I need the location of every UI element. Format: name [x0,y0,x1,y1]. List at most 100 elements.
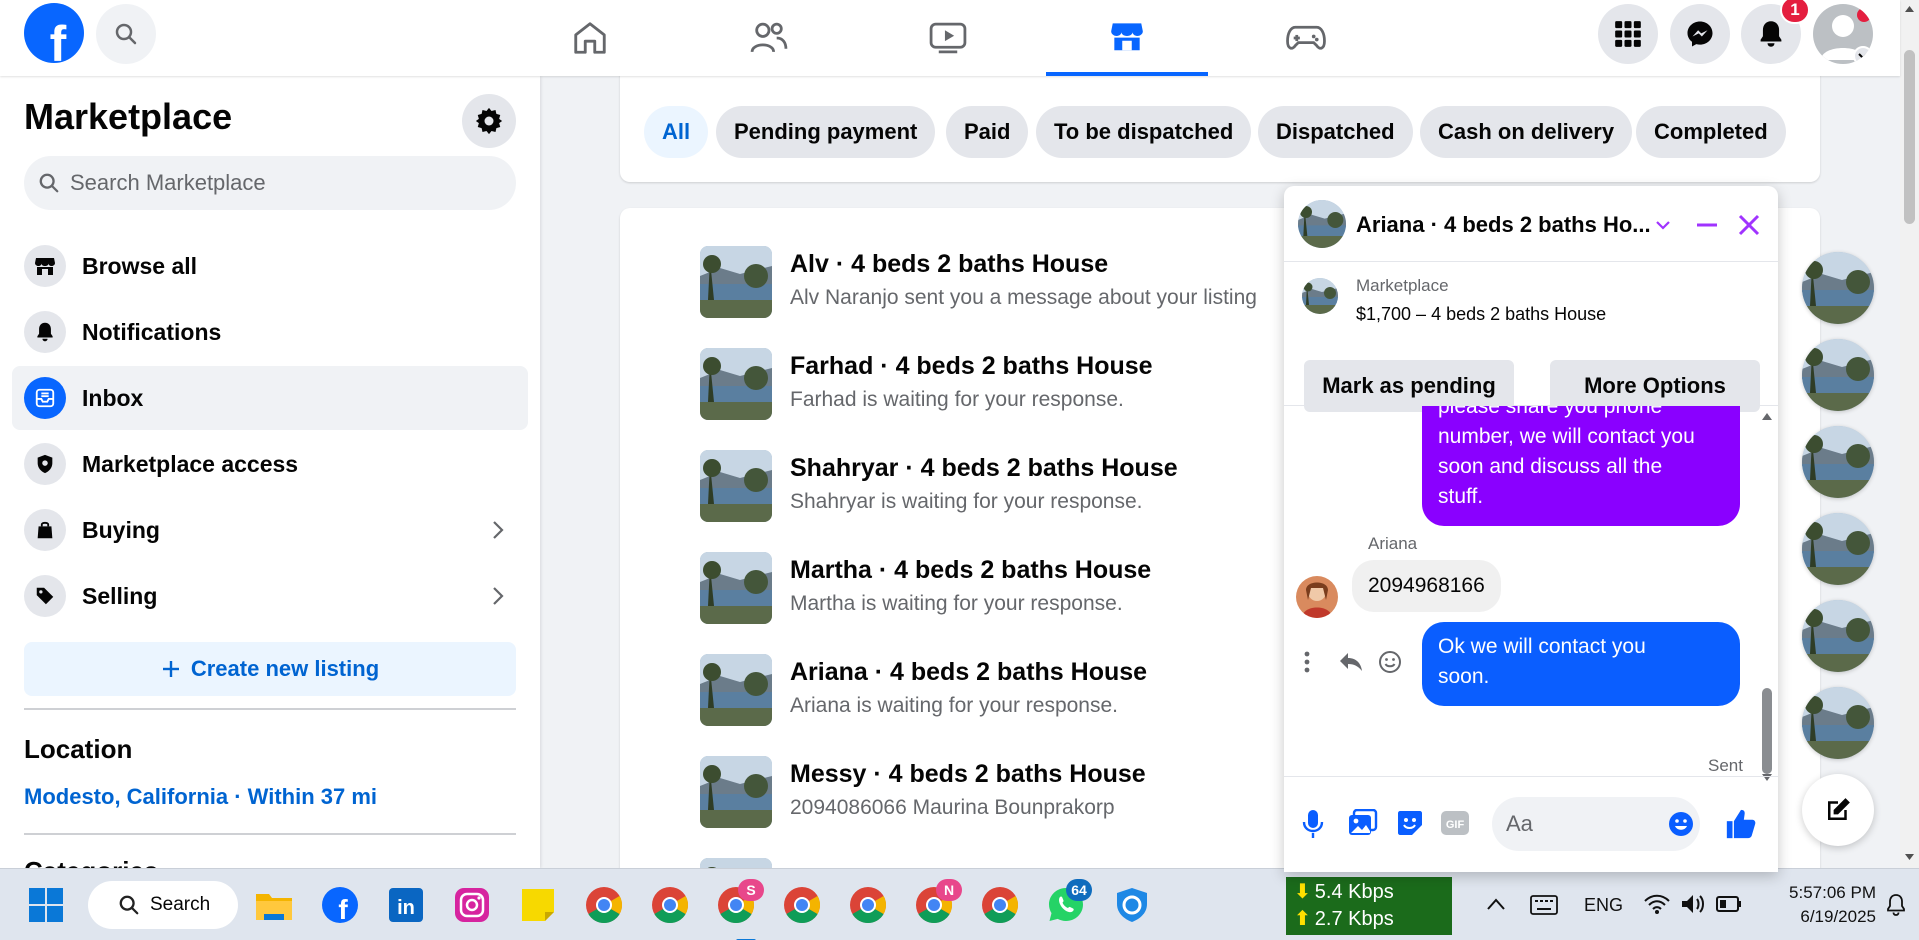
outgoing-message[interactable]: please share you phone number, we will c… [1422,406,1740,526]
marketplace-search-input[interactable]: Search Marketplace [24,156,516,210]
microphone-icon[interactable] [1302,809,1324,839]
chrome-profile-app[interactable] [846,883,890,927]
menu-button[interactable] [1598,4,1658,64]
filter-chip-to-be-dispatched[interactable]: To be dispatched [1036,106,1252,158]
gif-icon[interactable]: GIF [1440,810,1470,836]
facebook-logo-icon[interactable]: f [24,3,84,63]
page-scrollbar[interactable] [1900,0,1919,868]
search-button[interactable] [96,4,156,64]
new-message-button[interactable] [1802,774,1874,846]
reply-icon[interactable] [1338,650,1364,674]
instagram-app[interactable] [450,883,494,927]
message-line: please share you phone [1438,406,1663,418]
minimize-icon[interactable] [1694,212,1720,238]
chat-header[interactable]: Ariana · 4 beds 2 baths Ho... [1284,186,1778,262]
filter-chip-cash-on-delivery[interactable]: Cash on delivery [1420,106,1633,158]
chat-scrollbar[interactable] [1760,406,1774,781]
chat-head-avatar[interactable] [1802,687,1874,759]
scroll-up-icon[interactable] [1904,4,1915,14]
windows-taskbar: Search f in S N 64 ⬇ 5.4 Kbps ⬆ 2.7 Kbps… [0,868,1919,940]
chevron-right-icon [493,521,504,539]
emoji-react-icon[interactable] [1378,650,1402,674]
conversation-preview: Alv Naranjo sent you a message about you… [790,286,1257,309]
account-chevron[interactable] [1853,46,1873,64]
chevron-down-icon[interactable] [1654,216,1672,234]
sticky-notes-app[interactable] [516,883,560,927]
emoji-icon[interactable] [1668,811,1694,837]
thumbs-up-icon[interactable] [1724,807,1758,841]
tab-marketplace[interactable] [1046,0,1208,76]
listing-thumbnail [1302,278,1338,314]
chevron-up-icon[interactable] [1486,897,1506,911]
friends-icon [750,22,788,53]
network-speed-widget[interactable]: ⬇ 5.4 Kbps ⬆ 2.7 Kbps [1286,877,1452,935]
tab-watch[interactable] [867,0,1029,76]
chrome-profile-app[interactable] [780,883,824,927]
file-explorer-app[interactable] [252,883,296,927]
language-indicator[interactable]: ENG [1584,895,1623,916]
chat-head-avatar[interactable] [1802,600,1874,672]
more-vertical-icon[interactable] [1302,650,1312,674]
video-icon [929,22,967,54]
photo-icon[interactable] [1348,809,1378,837]
chat-head-avatar[interactable] [1802,252,1874,324]
chat-scroll-thumb[interactable] [1762,688,1772,774]
chrome-profile-app[interactable] [978,883,1022,927]
tab-home[interactable] [509,0,671,76]
upload-speed: ⬆ 2.7 Kbps [1294,906,1444,933]
notification-center-icon[interactable] [1884,893,1908,917]
settings-button[interactable] [462,94,516,148]
profile-avatar[interactable] [1813,4,1873,64]
messenger-button[interactable] [1670,4,1730,64]
mark-as-pending-button[interactable]: Mark as pending [1304,360,1514,412]
filter-chip-completed[interactable]: Completed [1636,106,1786,158]
incoming-message[interactable]: 2094968166 [1352,560,1501,612]
page-scroll-thumb[interactable] [1904,50,1915,224]
sidebar-item-marketplace-access[interactable]: Marketplace access [12,432,528,496]
filter-chip-paid[interactable]: Paid [946,106,1029,158]
create-new-listing-button[interactable]: Create new listing [24,642,516,696]
taskbar-search[interactable]: Search [88,881,238,929]
tab-friends[interactable] [688,0,850,76]
message-status: Sent [1708,756,1743,775]
grid-menu-icon [1615,21,1641,47]
notification-count-badge: 1 [1780,0,1810,24]
windows-start-icon[interactable] [28,887,64,923]
outgoing-message[interactable]: Ok we will contact you soon. [1422,622,1740,706]
filter-chip-pending-payment[interactable]: Pending payment [716,106,936,158]
clock-date[interactable]: 6/19/2025 [1766,907,1876,927]
sidebar-item-notifications[interactable]: Notifications [12,300,528,364]
facebook-app[interactable]: f [318,883,362,927]
conversation-preview: Ariana is waiting for your response. [790,694,1118,717]
sidebar-item-selling[interactable]: Selling [12,564,528,628]
close-icon[interactable] [1736,212,1762,238]
linkedin-app[interactable]: in [384,883,428,927]
chat-head-avatar[interactable] [1802,426,1874,498]
battery-icon[interactable] [1716,895,1742,913]
chrome-icon [586,887,623,924]
chat-head-avatar[interactable] [1802,339,1874,411]
filter-chip-all[interactable]: All [644,106,709,158]
scroll-down-icon[interactable] [1904,852,1915,862]
chrome-app[interactable] [648,883,692,927]
sidebar-item-browse-all[interactable]: Browse all [12,234,528,298]
tab-gaming[interactable] [1225,0,1387,76]
sidebar-title: Marketplace [24,96,233,137]
more-options-button[interactable]: More Options [1550,360,1760,412]
chat-head-avatar[interactable] [1802,513,1874,585]
clock-time[interactable]: 5:57:06 PM [1766,883,1876,903]
filter-chip-dispatched[interactable]: Dispatched [1258,106,1413,158]
volume-icon[interactable] [1680,893,1706,915]
wifi-icon[interactable] [1644,893,1670,915]
location-link[interactable]: Modesto, California · Within 37 mi [24,784,377,810]
chrome-app[interactable] [582,883,626,927]
sticker-icon[interactable] [1396,809,1424,837]
browser-app[interactable] [1110,883,1154,927]
keyboard-icon[interactable] [1530,895,1558,915]
listing-price[interactable]: $1,700 – 4 beds 2 baths House [1356,304,1606,325]
plus-icon [162,661,179,677]
marketplace-label: Marketplace [1356,276,1449,295]
sidebar-item-buying[interactable]: Buying [12,498,528,562]
sidebar-item-inbox[interactable]: Inbox [12,366,528,430]
scroll-up-icon[interactable] [1760,410,1774,422]
